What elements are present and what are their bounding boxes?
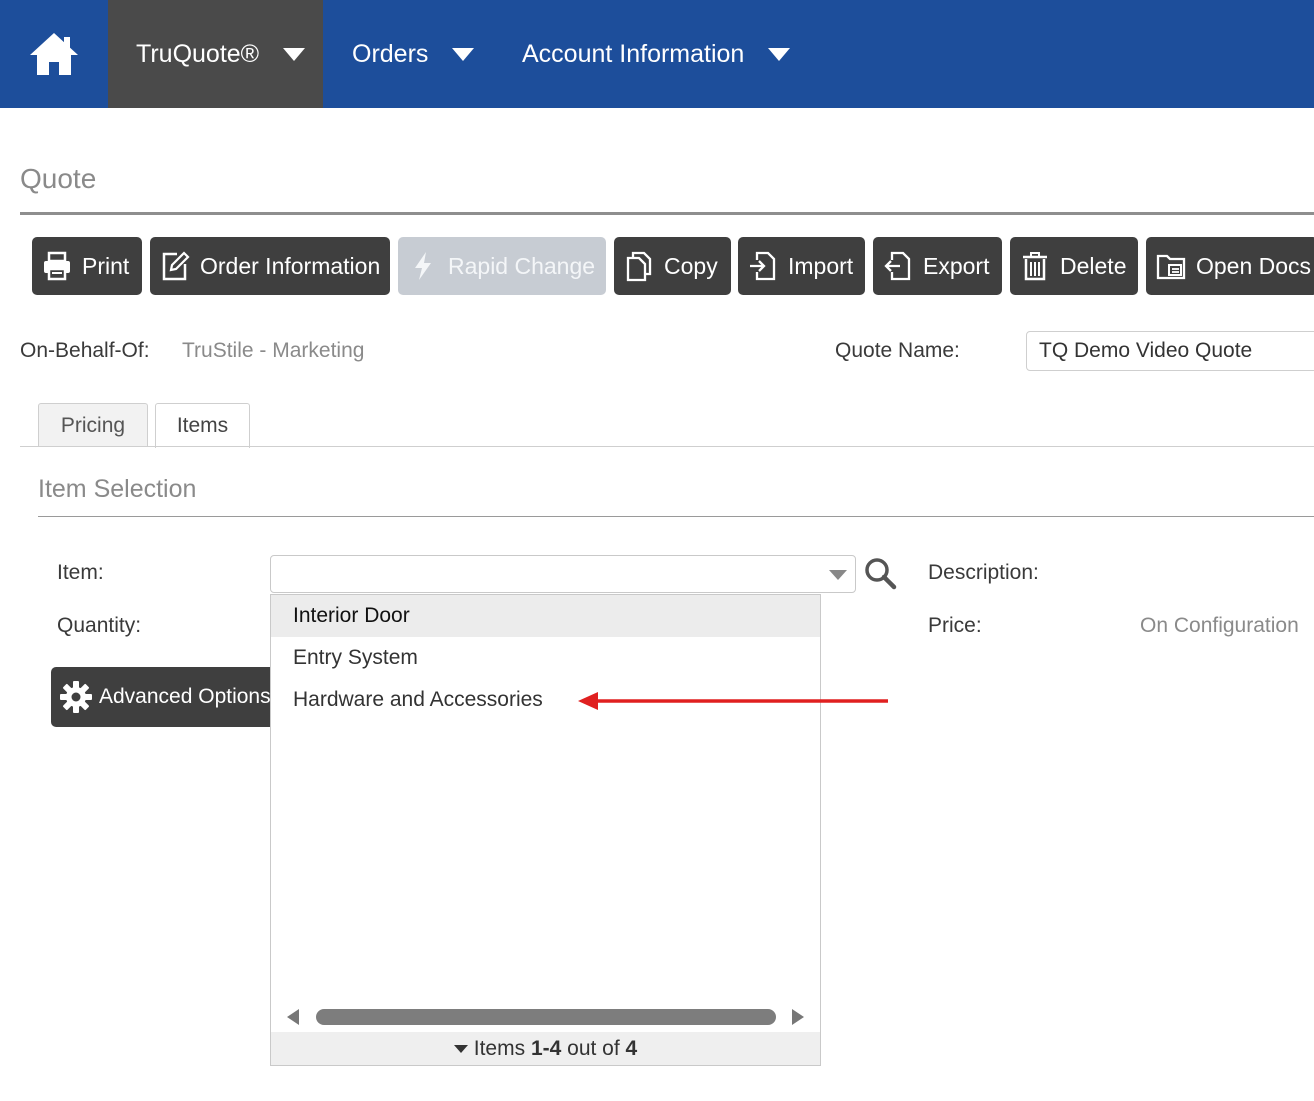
home-button[interactable]	[0, 0, 108, 108]
dropdown-footer: Items 1-4 out of 4	[271, 1032, 820, 1065]
item-combobox[interactable]	[270, 555, 856, 593]
red-annotation-arrow-icon	[578, 692, 888, 710]
open-docs-button[interactable]: Open Docs	[1146, 237, 1314, 295]
delete-button[interactable]: Delete	[1010, 237, 1138, 295]
item-dropdown-list: Interior Door Entry System Hardware and …	[270, 594, 821, 1066]
footer-middle: out of	[561, 1036, 626, 1060]
export-icon	[881, 249, 915, 283]
footer-total: 4	[625, 1036, 638, 1060]
rapid-change-button[interactable]: Rapid Change	[398, 237, 606, 295]
nav-menu-account-information[interactable]: Account Information	[522, 0, 791, 108]
home-icon	[30, 33, 78, 75]
on-behalf-of-value: TruStile - Marketing	[182, 339, 365, 362]
rapid-change-button-label: Rapid Change	[448, 252, 596, 279]
footer-prefix: Items	[473, 1036, 531, 1060]
footer-range: 1-4	[530, 1036, 562, 1060]
chevron-down-icon	[768, 47, 791, 61]
quantity-label: Quantity:	[57, 614, 142, 637]
chevron-down-icon	[452, 47, 475, 61]
price-value: On Configuration	[1140, 614, 1299, 637]
export-button[interactable]: Export	[873, 237, 1002, 295]
copy-icon	[622, 249, 656, 283]
folder-icon	[1154, 249, 1188, 283]
item-selection-heading: Item Selection	[38, 475, 197, 503]
import-button-label: Import	[788, 252, 854, 279]
delete-button-label: Delete	[1060, 252, 1127, 279]
title-divider	[20, 212, 1314, 215]
lightning-icon	[406, 249, 440, 283]
description-label: Description:	[928, 561, 1039, 584]
trash-icon	[1018, 249, 1052, 283]
import-icon	[746, 249, 780, 283]
order-information-button-label: Order Information	[200, 252, 381, 279]
order-information-button[interactable]: Order Information	[150, 237, 390, 295]
item-label: Item:	[57, 561, 104, 584]
caret-down-icon	[453, 1044, 468, 1053]
nav-menu-orders-label: Orders	[352, 39, 429, 68]
nav-menu-truquote-label: TruQuote®	[136, 39, 260, 68]
scrollbar-thumb[interactable]	[316, 1009, 776, 1025]
advanced-options-button-label: Advanced Options	[99, 685, 271, 708]
on-behalf-of-label: On-Behalf-Of:	[20, 339, 150, 362]
chevron-down-icon	[283, 47, 306, 61]
tabs-divider	[20, 446, 1314, 447]
edit-icon	[158, 249, 192, 283]
nav-menu-truquote[interactable]: TruQuote®	[108, 0, 323, 108]
dropdown-option-label: Entry System	[293, 646, 418, 669]
export-button-label: Export	[923, 252, 990, 279]
chevron-down-icon[interactable]	[829, 570, 847, 580]
tab-items-label: Items	[176, 414, 229, 437]
horizontal-scrollbar[interactable]	[283, 1005, 808, 1029]
tab-items[interactable]: Items	[155, 403, 250, 448]
gear-icon	[60, 681, 92, 713]
tab-pricing-label: Pricing	[60, 413, 126, 437]
print-button-label: Print	[82, 252, 130, 279]
tab-pricing[interactable]: Pricing	[38, 403, 148, 447]
copy-button[interactable]: Copy	[614, 237, 731, 295]
scroll-left-arrow-icon[interactable]	[287, 1009, 299, 1025]
print-button[interactable]: Print	[32, 237, 142, 295]
nav-menu-account-label: Account Information	[522, 39, 745, 68]
top-navigation-bar: TruQuote® Orders Account Information	[0, 0, 1314, 108]
quote-name-input[interactable]	[1026, 331, 1314, 371]
open-docs-button-label: Open Docs	[1196, 252, 1312, 279]
nav-menu-orders[interactable]: Orders	[352, 0, 475, 108]
import-button[interactable]: Import	[738, 237, 865, 295]
quote-name-label: Quote Name:	[835, 339, 960, 362]
dropdown-option-label: Hardware and Accessories	[293, 688, 543, 711]
advanced-options-button[interactable]: Advanced Options	[51, 667, 281, 727]
dropdown-option-interior-door[interactable]: Interior Door	[271, 595, 820, 637]
section-divider	[38, 516, 1314, 517]
scroll-right-arrow-icon[interactable]	[792, 1009, 804, 1025]
item-search-button[interactable]	[862, 555, 898, 591]
price-label: Price:	[928, 614, 982, 637]
page-title: Quote	[20, 163, 97, 194]
dropdown-option-label: Interior Door	[293, 604, 410, 627]
dropdown-option-entry-system[interactable]: Entry System	[271, 637, 820, 679]
printer-icon	[40, 249, 74, 283]
copy-button-label: Copy	[664, 252, 718, 279]
search-icon	[865, 558, 897, 590]
